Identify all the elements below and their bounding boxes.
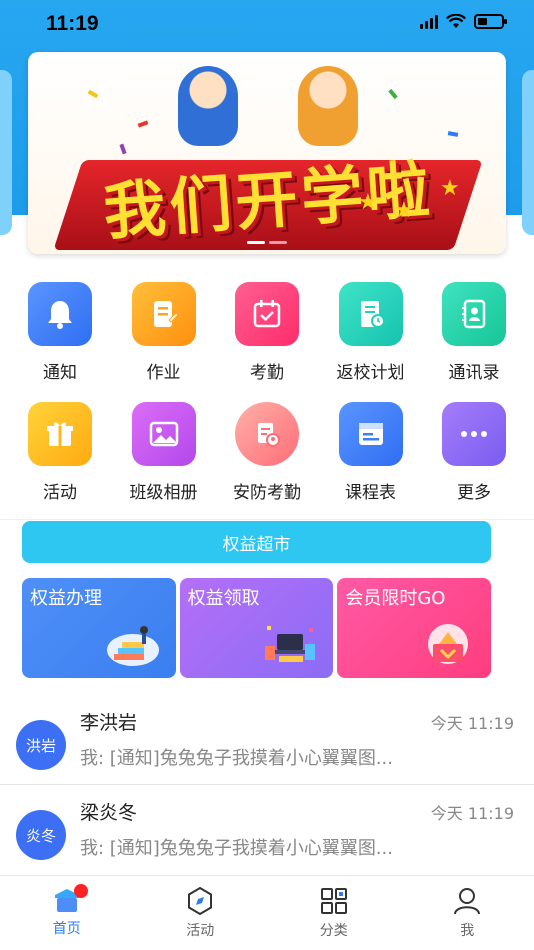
kid-illustration xyxy=(178,66,238,146)
card-title: 权益办理 xyxy=(30,588,102,609)
tab-activity[interactable]: 活动 xyxy=(134,876,268,950)
kid-illustration xyxy=(298,66,358,146)
chat-time: 今天 11:19 xyxy=(430,714,514,733)
banner-pager xyxy=(28,241,506,244)
star-icon: ★ xyxy=(394,198,414,223)
notification-badge xyxy=(74,884,88,898)
receipt-clock-icon xyxy=(338,282,403,346)
grid-item-timetable[interactable]: 课程表 xyxy=(331,402,411,522)
grid-item-more[interactable]: 更多 xyxy=(434,402,514,522)
grid-label: 活动 xyxy=(43,483,77,503)
card-title: 会员限时GO xyxy=(345,588,446,609)
confetti xyxy=(388,88,398,100)
grid-label: 课程表 xyxy=(345,483,396,503)
chat-name: 李洪岩 xyxy=(80,712,138,734)
gift-box-illustration xyxy=(428,624,469,664)
chat-list-item[interactable]: 炎冬 梁炎冬 今天 11:19 我: [通知]兔兔兔子我摸着小心翼翼图... xyxy=(0,788,534,876)
status-icons xyxy=(420,14,507,29)
star-icon: ★ xyxy=(358,190,378,215)
profile-icon xyxy=(454,888,481,915)
grid-item-attendance[interactable]: 考勤 xyxy=(227,282,307,402)
category-icon xyxy=(320,888,347,914)
status-time: 11:19 xyxy=(46,12,99,35)
confetti xyxy=(119,143,127,155)
tab-me[interactable]: 我 xyxy=(401,876,534,950)
bell-icon xyxy=(28,282,92,346)
pager-dot xyxy=(247,241,265,244)
tab-label: 首页 xyxy=(52,921,81,937)
calendar-check-icon xyxy=(235,282,299,346)
more-icon xyxy=(442,402,506,466)
grid-item-homework[interactable]: 作业 xyxy=(124,282,204,402)
bottom-tab-bar: 首页 活动 分类 我 xyxy=(0,875,534,950)
grid-label: 通讯录 xyxy=(448,363,500,383)
grid-label: 返校计划 xyxy=(336,363,405,383)
promo-banner[interactable]: 我们开学啦 ★ ★ ★ xyxy=(28,52,506,254)
homework-icon xyxy=(131,282,196,346)
card-title: 权益领取 xyxy=(187,588,260,609)
chat-name: 梁炎冬 xyxy=(80,802,138,824)
contacts-icon xyxy=(442,282,506,346)
confetti xyxy=(137,120,149,128)
chat-preview: 我: [通知]兔兔兔子我摸着小心翼翼图... xyxy=(80,838,393,859)
grid-label: 通知 xyxy=(43,363,77,383)
confetti xyxy=(87,89,99,99)
banner-next-peek[interactable] xyxy=(522,70,534,235)
grid-item-activity[interactable]: 活动 xyxy=(20,402,100,522)
divider xyxy=(0,784,534,785)
avatar: 洪岩 xyxy=(16,720,66,770)
tab-label: 我 xyxy=(460,923,475,939)
schedule-icon xyxy=(338,402,403,466)
benefits-market-button[interactable]: 权益超市 xyxy=(22,521,491,563)
status-bar: 11:19 xyxy=(0,0,534,50)
grid-item-return-plan[interactable]: 返校计划 xyxy=(331,282,411,402)
grid-item-security-attendance[interactable]: 安防考勤 xyxy=(227,402,307,522)
tab-label: 活动 xyxy=(186,923,215,939)
grid-label: 作业 xyxy=(146,363,181,383)
compass-icon xyxy=(188,886,213,916)
function-grid: 通知 作业 考勤 返校计划 通讯录 活动 班级相册 安防考勤 课程表 更多 xyxy=(0,282,534,522)
chat-time: 今天 11:19 xyxy=(430,804,514,823)
tab-home[interactable]: 首页 xyxy=(0,876,134,950)
pager-dot xyxy=(269,241,287,244)
grid-label: 安防考勤 xyxy=(233,483,301,503)
gift-icon xyxy=(28,402,92,466)
banner-prev-peek[interactable] xyxy=(0,70,12,235)
grid-item-class-album[interactable]: 班级相册 xyxy=(124,402,204,522)
tab-label: 分类 xyxy=(319,923,348,939)
grid-label: 班级相册 xyxy=(129,483,198,503)
grid-item-contacts[interactable]: 通讯录 xyxy=(434,282,514,402)
grid-item-notice[interactable]: 通知 xyxy=(20,282,100,402)
divider xyxy=(0,519,534,520)
grid-label: 更多 xyxy=(457,483,491,503)
star-icon: ★ xyxy=(440,176,460,201)
cellular-signal-icon xyxy=(420,14,438,29)
grid-label: 考勤 xyxy=(250,363,284,383)
chat-preview: 我: [通知]兔兔兔子我摸着小心翼翼图... xyxy=(80,748,393,769)
benefit-card-member-go[interactable]: 会员限时GO xyxy=(337,578,492,678)
tab-category[interactable]: 分类 xyxy=(267,876,401,950)
laptop-books-illustration xyxy=(265,626,316,662)
avatar: 炎冬 xyxy=(16,810,66,860)
security-checkin-icon xyxy=(235,402,299,466)
photo-icon xyxy=(131,402,196,466)
benefit-card-claim[interactable]: 权益领取 xyxy=(179,578,334,678)
wifi-icon xyxy=(446,14,466,28)
benefit-card-apply[interactable]: 权益办理 xyxy=(22,578,176,678)
chat-list-item[interactable]: 洪岩 李洪岩 今天 11:19 我: [通知]兔兔兔子我摸着小心翼翼图... xyxy=(0,698,534,786)
benefit-cards: 权益办理 权益领取 会员限时GO xyxy=(22,578,492,678)
battery-icon xyxy=(474,14,507,29)
books-illustration xyxy=(106,626,159,666)
